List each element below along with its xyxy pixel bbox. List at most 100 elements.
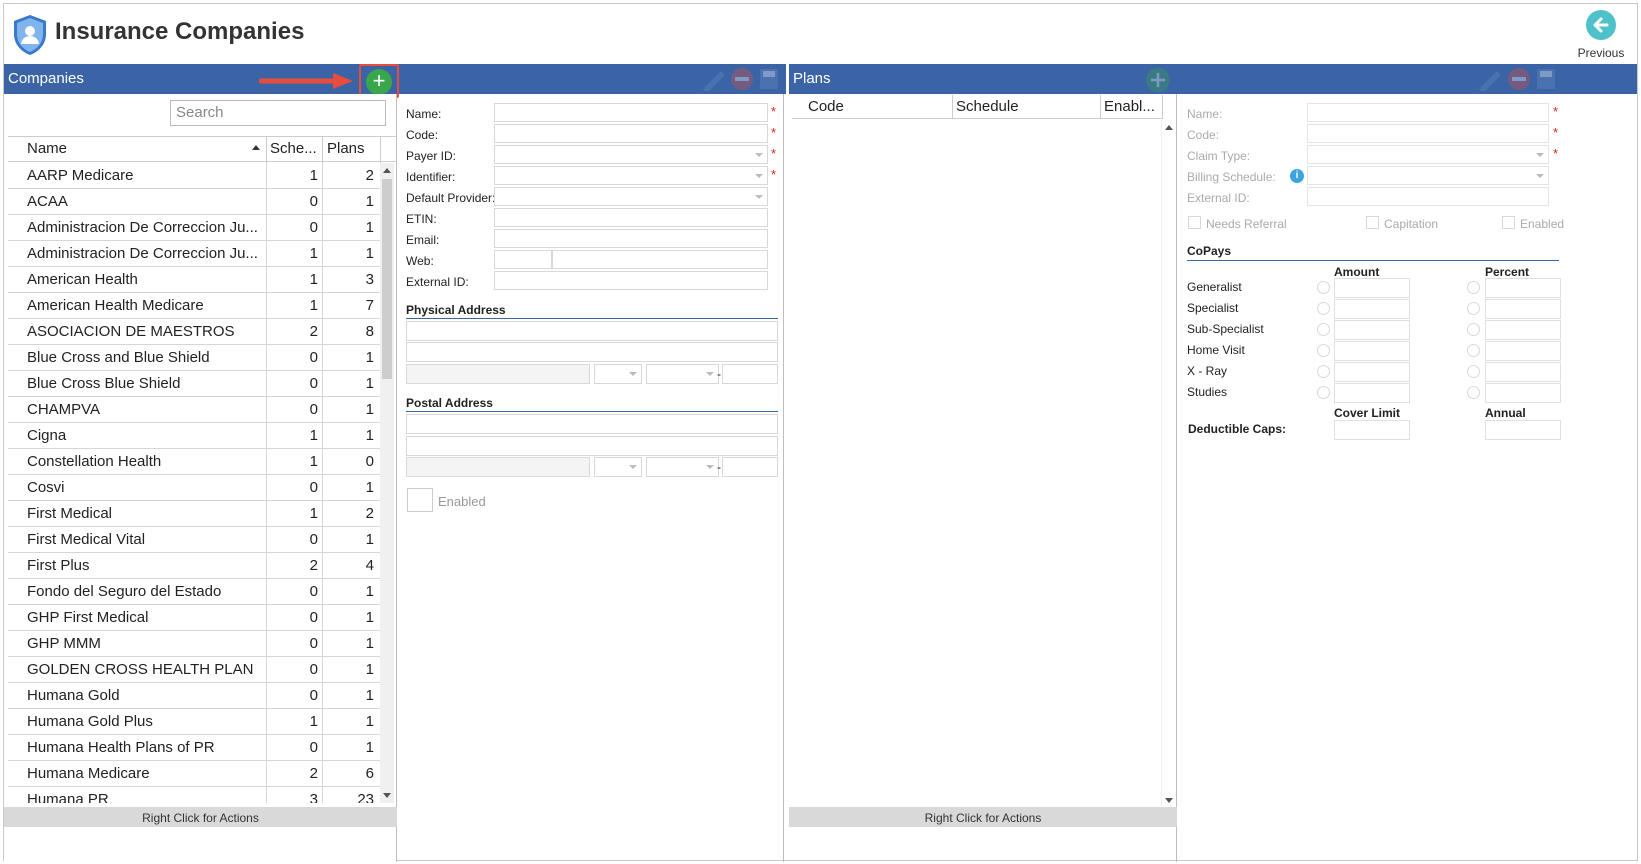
previous-button[interactable]: Previous bbox=[1571, 10, 1631, 62]
table-row[interactable]: AARP Medicare 1 2 bbox=[8, 163, 381, 189]
table-row[interactable]: Fondo del Seguro del Estado 0 1 bbox=[8, 579, 381, 605]
percent-field[interactable] bbox=[1485, 341, 1561, 361]
table-row[interactable]: Humana Health Plans of PR 0 1 bbox=[8, 735, 381, 761]
etin-field[interactable] bbox=[494, 208, 768, 227]
scroll-down-icon[interactable] bbox=[383, 793, 391, 798]
table-row[interactable]: GOLDEN CROSS HEALTH PLAN 0 1 bbox=[8, 657, 381, 683]
capitation-checkbox[interactable] bbox=[1366, 216, 1379, 229]
pencil-icon[interactable] bbox=[1475, 67, 1505, 91]
amount-field[interactable] bbox=[1334, 341, 1410, 361]
amount-field[interactable] bbox=[1334, 383, 1410, 403]
postal-zip-field[interactable] bbox=[722, 457, 778, 477]
scroll-down-icon[interactable] bbox=[1165, 798, 1173, 803]
table-row[interactable]: Administracion De Correccion Ju... 0 1 bbox=[8, 215, 381, 241]
amount-field[interactable] bbox=[1334, 299, 1410, 319]
add-company-button[interactable]: + bbox=[366, 69, 392, 95]
percent-radio[interactable] bbox=[1467, 323, 1480, 336]
table-row[interactable]: Blue Cross and Blue Shield 0 1 bbox=[8, 345, 381, 371]
web-protocol-field[interactable] bbox=[494, 250, 552, 269]
needs-referral-checkbox[interactable] bbox=[1188, 216, 1201, 229]
plus-icon[interactable] bbox=[1145, 67, 1171, 93]
claim-type-select[interactable] bbox=[1307, 145, 1549, 164]
percent-field[interactable] bbox=[1485, 278, 1561, 298]
plan-enabled-checkbox[interactable] bbox=[1502, 216, 1515, 229]
payer-id-select[interactable] bbox=[494, 145, 768, 164]
email-field[interactable] bbox=[494, 229, 768, 248]
default-provider-select[interactable] bbox=[494, 187, 768, 206]
table-row[interactable]: Constellation Health 1 0 bbox=[8, 449, 381, 475]
amount-radio[interactable] bbox=[1317, 365, 1330, 378]
postal-state-select[interactable] bbox=[594, 457, 642, 477]
company-enabled-checkbox[interactable] bbox=[407, 488, 433, 512]
column-plans[interactable]: Plans bbox=[327, 140, 365, 157]
table-row[interactable]: First Medical Vital 0 1 bbox=[8, 527, 381, 553]
percent-radio[interactable] bbox=[1467, 344, 1480, 357]
table-row[interactable]: Humana Medicare 2 6 bbox=[8, 761, 381, 787]
physical-city-field[interactable] bbox=[406, 364, 590, 384]
column-schedules[interactable]: Sche... bbox=[270, 140, 317, 157]
postal-city-field[interactable] bbox=[406, 457, 590, 477]
table-row[interactable]: First Plus 2 4 bbox=[8, 553, 381, 579]
pencil-icon[interactable] bbox=[699, 67, 729, 91]
table-row[interactable]: Cosvi 0 1 bbox=[8, 475, 381, 501]
amount-field[interactable] bbox=[1334, 278, 1410, 298]
table-row[interactable]: Humana Gold Plus 1 1 bbox=[8, 709, 381, 735]
physical-zip-field[interactable] bbox=[722, 364, 778, 384]
amount-radio[interactable] bbox=[1317, 302, 1330, 315]
table-row[interactable]: GHP First Medical 0 1 bbox=[8, 605, 381, 631]
table-row[interactable]: ACAA 0 1 bbox=[8, 189, 381, 215]
scroll-up-icon[interactable] bbox=[1165, 125, 1173, 130]
identifier-select[interactable] bbox=[494, 166, 768, 185]
physical-address-line2[interactable] bbox=[406, 342, 778, 362]
scroll-up-icon[interactable] bbox=[383, 168, 391, 173]
percent-field[interactable] bbox=[1485, 320, 1561, 340]
amount-field[interactable] bbox=[1334, 362, 1410, 382]
table-row[interactable]: First Medical 1 2 bbox=[8, 501, 381, 527]
physical-country-select[interactable] bbox=[646, 364, 719, 384]
plans-scrollbar[interactable] bbox=[1161, 120, 1175, 808]
info-icon[interactable]: i bbox=[1290, 169, 1304, 183]
amount-radio[interactable] bbox=[1317, 344, 1330, 357]
physical-state-select[interactable] bbox=[594, 364, 642, 384]
percent-radio[interactable] bbox=[1467, 281, 1480, 294]
plan-code-field[interactable] bbox=[1307, 124, 1549, 143]
table-row[interactable]: American Health 1 3 bbox=[8, 267, 381, 293]
billing-schedule-select[interactable] bbox=[1307, 166, 1549, 185]
column-schedule[interactable]: Schedule bbox=[956, 98, 1019, 115]
table-row[interactable]: GHP MMM 0 1 bbox=[8, 631, 381, 657]
minus-icon[interactable] bbox=[1505, 67, 1533, 91]
table-row[interactable]: American Health Medicare 1 7 bbox=[8, 293, 381, 319]
percent-field[interactable] bbox=[1485, 383, 1561, 403]
column-enabled[interactable]: Enabl... bbox=[1104, 98, 1155, 115]
amount-field[interactable] bbox=[1334, 320, 1410, 340]
web-field[interactable] bbox=[552, 250, 768, 269]
cover-limit-field[interactable] bbox=[1334, 420, 1410, 440]
postal-country-select[interactable] bbox=[646, 457, 719, 477]
external-id-field[interactable] bbox=[494, 271, 768, 290]
save-icon[interactable] bbox=[758, 67, 780, 91]
postal-address-line1[interactable] bbox=[406, 414, 778, 434]
scroll-thumb[interactable] bbox=[382, 179, 392, 379]
postal-address-line2[interactable] bbox=[406, 436, 778, 456]
search-input[interactable]: Search bbox=[170, 100, 386, 126]
percent-field[interactable] bbox=[1485, 299, 1561, 319]
amount-radio[interactable] bbox=[1317, 281, 1330, 294]
amount-radio[interactable] bbox=[1317, 323, 1330, 336]
amount-radio[interactable] bbox=[1317, 386, 1330, 399]
table-row[interactable]: Administracion De Correccion Ju... 1 1 bbox=[8, 241, 381, 267]
annual-field[interactable] bbox=[1485, 420, 1561, 440]
save-icon[interactable] bbox=[1535, 67, 1557, 91]
minus-icon[interactable] bbox=[728, 67, 756, 91]
table-row[interactable]: Humana PR 3 23 bbox=[8, 787, 381, 803]
companies-scrollbar[interactable] bbox=[380, 163, 394, 803]
percent-radio[interactable] bbox=[1467, 386, 1480, 399]
physical-address-line1[interactable] bbox=[406, 321, 778, 341]
code-field[interactable] bbox=[494, 124, 768, 143]
plan-external-id-field[interactable] bbox=[1307, 187, 1549, 206]
plan-name-field[interactable] bbox=[1307, 103, 1549, 122]
table-row[interactable]: CHAMPVA 0 1 bbox=[8, 397, 381, 423]
name-field[interactable] bbox=[494, 103, 768, 122]
table-row[interactable]: Humana Gold 0 1 bbox=[8, 683, 381, 709]
table-row[interactable]: ASOCIACION DE MAESTROS 2 8 bbox=[8, 319, 381, 345]
percent-radio[interactable] bbox=[1467, 365, 1480, 378]
